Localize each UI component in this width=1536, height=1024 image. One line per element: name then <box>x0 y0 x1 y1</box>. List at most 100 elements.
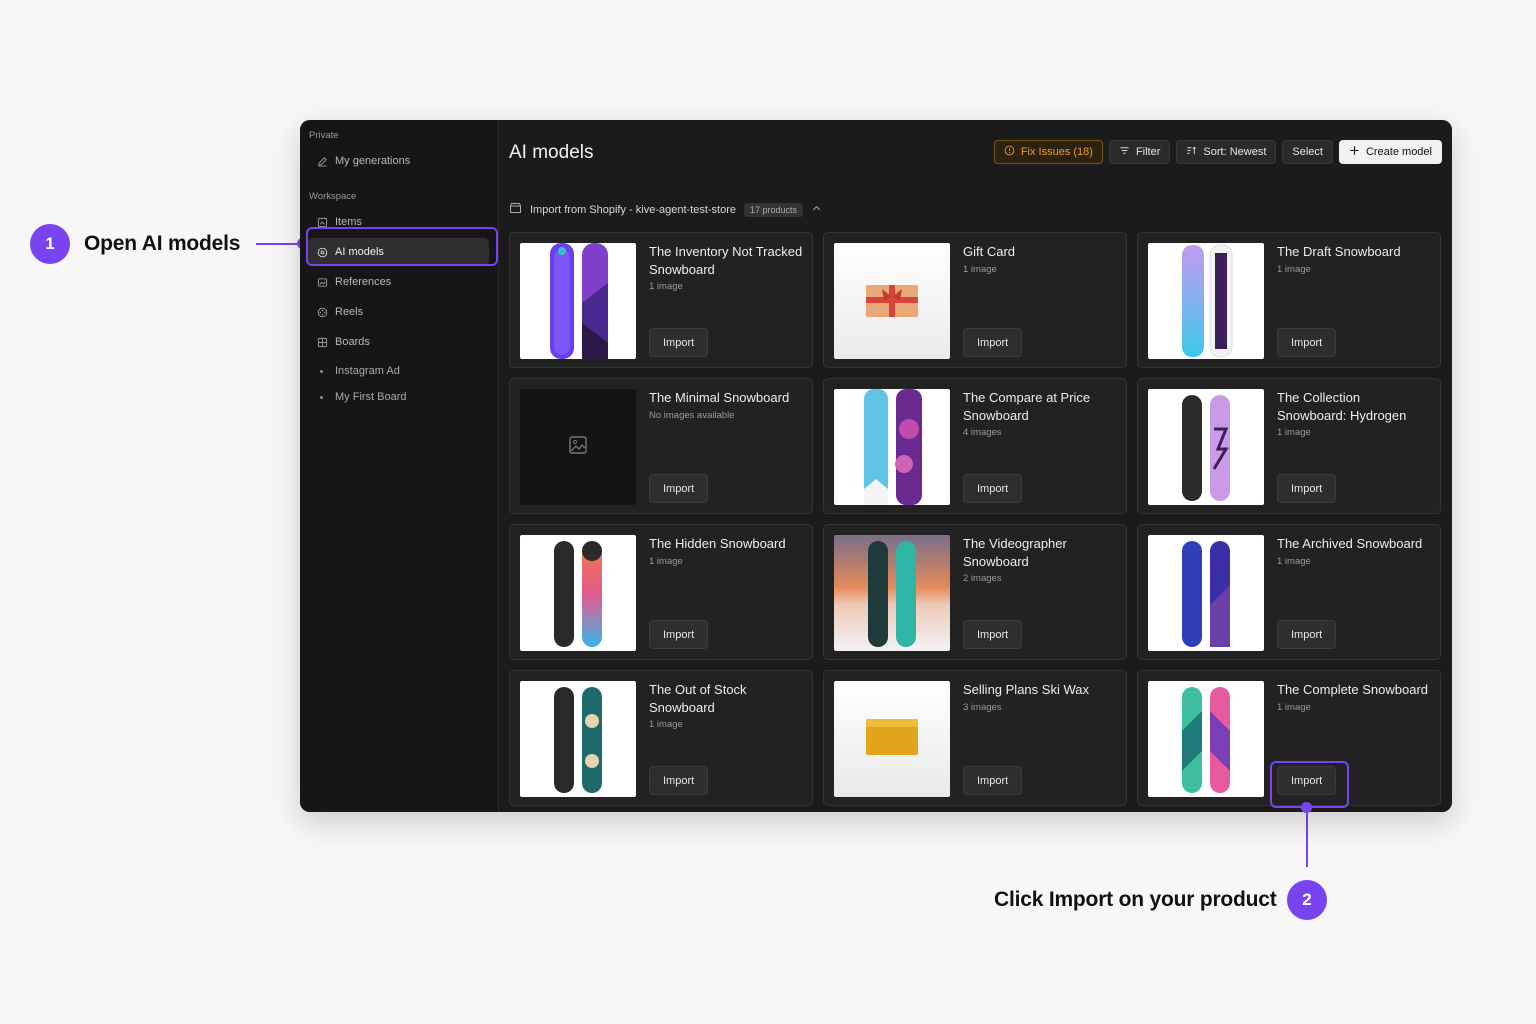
sidebar-item-references[interactable]: References <box>308 268 489 296</box>
fix-issues-button[interactable]: Fix Issues (18) <box>993 140 1103 164</box>
product-thumbnail <box>834 681 950 797</box>
product-title: Selling Plans Ski Wax 3 images <box>963 681 1118 714</box>
product-card: The Out of Stock Snowboard 1 image Impor… <box>509 670 813 806</box>
product-card: The Collection Snowboard: Hydrogen 1 ima… <box>1137 378 1441 514</box>
image-count: 1 image <box>1277 701 1311 713</box>
step-1-connector <box>256 243 302 245</box>
reels-icon <box>316 306 328 318</box>
step-2-connector-dot <box>1301 802 1312 813</box>
import-button[interactable]: Import <box>1277 474 1337 503</box>
bullet-icon <box>320 395 323 399</box>
sidebar-item-label: Reels <box>335 306 364 318</box>
sidebar-item-my-generations[interactable]: My generations <box>308 147 489 175</box>
product-title-text: The Archived Snowboard <box>1277 536 1423 551</box>
app-window: Private My generations Workspace Items A… <box>300 120 1452 812</box>
board-item-my-first-board[interactable]: My First Board <box>320 384 498 410</box>
filter-label: Filter <box>1135 146 1161 158</box>
board-label: Instagram Ad <box>335 365 400 377</box>
create-model-label: Create model <box>1365 146 1432 158</box>
boards-icon <box>316 336 328 348</box>
filter-icon <box>1119 145 1130 159</box>
references-icon <box>316 276 328 288</box>
create-model-button[interactable]: Create model <box>1338 140 1442 164</box>
product-card: The Hidden Snowboard 1 image Import <box>509 524 813 660</box>
product-thumbnail <box>834 389 950 505</box>
product-title: The Out of Stock Snowboard 1 image <box>649 681 804 731</box>
private-section-label: Private <box>309 130 339 141</box>
workspace-section-label: Workspace <box>309 191 357 202</box>
image-count: 1 image <box>649 719 683 730</box>
image-count: 2 images <box>963 573 1002 584</box>
product-thumbnail <box>520 681 636 797</box>
product-title-text: The Hidden Snowboard <box>649 536 786 551</box>
image-count: 1 image <box>963 263 997 275</box>
import-button[interactable]: Import <box>649 328 709 357</box>
product-card: Selling Plans Ski Wax 3 images Import <box>823 670 1127 806</box>
import-button[interactable]: Import <box>1277 328 1337 357</box>
product-card: The Compare at Price Snowboard 4 images … <box>823 378 1127 514</box>
sidebar-item-boards[interactable]: Boards <box>308 328 489 356</box>
product-title-text: The Minimal Snowboard <box>649 390 790 405</box>
import-button[interactable]: Import <box>963 620 1023 649</box>
product-title: The Complete Snowboard 1 image <box>1277 681 1432 714</box>
product-thumbnail <box>1148 535 1264 651</box>
import-button[interactable]: Import <box>963 328 1023 357</box>
product-card: The Minimal Snowboard No images availabl… <box>509 378 813 514</box>
shopify-import-header[interactable]: Import from Shopify - kive-agent-test-st… <box>509 202 822 217</box>
main-content: AI models Fix Issues (18) Filter Sort: N… <box>499 120 1452 812</box>
sort-label: Sort: Newest <box>1203 146 1267 158</box>
import-highlight <box>1270 761 1349 808</box>
product-title: The Compare at Price Snowboard 4 images <box>963 389 1118 439</box>
product-thumbnail <box>834 243 950 359</box>
image-placeholder-icon <box>568 435 588 460</box>
import-button[interactable]: Import <box>963 474 1023 503</box>
product-count-badge: 17 products <box>744 202 804 217</box>
product-card: The Videographer Snowboard 2 images Impo… <box>823 524 1127 660</box>
product-title: The Hidden Snowboard 1 image <box>649 535 804 568</box>
import-button[interactable]: Import <box>649 620 709 649</box>
image-count: 1 image <box>1277 263 1311 275</box>
product-title-text: The Out of Stock Snowboard <box>649 682 747 715</box>
product-thumbnail <box>520 243 636 359</box>
image-count: No images available <box>649 409 735 421</box>
sidebar-item-label: Boards <box>335 336 370 348</box>
sidebar-item-reels[interactable]: Reels <box>308 298 489 326</box>
product-title: Gift Card 1 image <box>963 243 1118 276</box>
product-title-text: Gift Card <box>963 244 1016 259</box>
product-title-text: The Videographer Snowboard <box>963 536 1067 569</box>
image-count: 1 image <box>1277 427 1311 438</box>
filter-button[interactable]: Filter <box>1108 140 1171 164</box>
image-count: 1 image <box>649 281 683 292</box>
product-thumbnail <box>520 535 636 651</box>
step-2-connector <box>1306 808 1308 867</box>
product-card: The Archived Snowboard 1 image Import <box>1137 524 1441 660</box>
import-button[interactable]: Import <box>963 766 1023 795</box>
ai-models-highlight <box>306 227 498 266</box>
warning-icon <box>1004 145 1015 159</box>
sort-button[interactable]: Sort: Newest <box>1176 140 1277 164</box>
product-title: The Draft Snowboard 1 image <box>1277 243 1432 276</box>
step-1-text: Open AI models <box>84 232 241 255</box>
sort-icon <box>1186 145 1197 159</box>
product-thumbnail <box>1148 389 1264 505</box>
product-title-text: Selling Plans Ski Wax <box>963 682 1089 697</box>
product-title: The Collection Snowboard: Hydrogen 1 ima… <box>1277 389 1432 439</box>
import-button[interactable]: Import <box>649 766 709 795</box>
step-2-text: Click Import on your product <box>994 888 1277 911</box>
product-thumbnail <box>1148 681 1264 797</box>
plus-icon <box>1349 145 1360 159</box>
product-thumbnail-placeholder <box>520 389 636 505</box>
chevron-up-icon[interactable] <box>811 203 822 217</box>
select-button[interactable]: Select <box>1282 140 1333 164</box>
sidebar-item-label: My generations <box>335 155 411 167</box>
product-card: The Draft Snowboard 1 image Import <box>1137 232 1441 368</box>
import-button[interactable]: Import <box>1277 620 1337 649</box>
product-thumbnail <box>1148 243 1264 359</box>
product-card: The Inventory Not Tracked Snowboard 1 im… <box>509 232 813 368</box>
board-item-instagram-ad[interactable]: Instagram Ad <box>320 358 498 384</box>
image-count: 1 image <box>649 555 683 567</box>
import-button[interactable]: Import <box>649 474 709 503</box>
product-title: The Minimal Snowboard No images availabl… <box>649 389 804 422</box>
page-title: AI models <box>509 142 594 163</box>
image-count: 1 image <box>1277 555 1311 567</box>
